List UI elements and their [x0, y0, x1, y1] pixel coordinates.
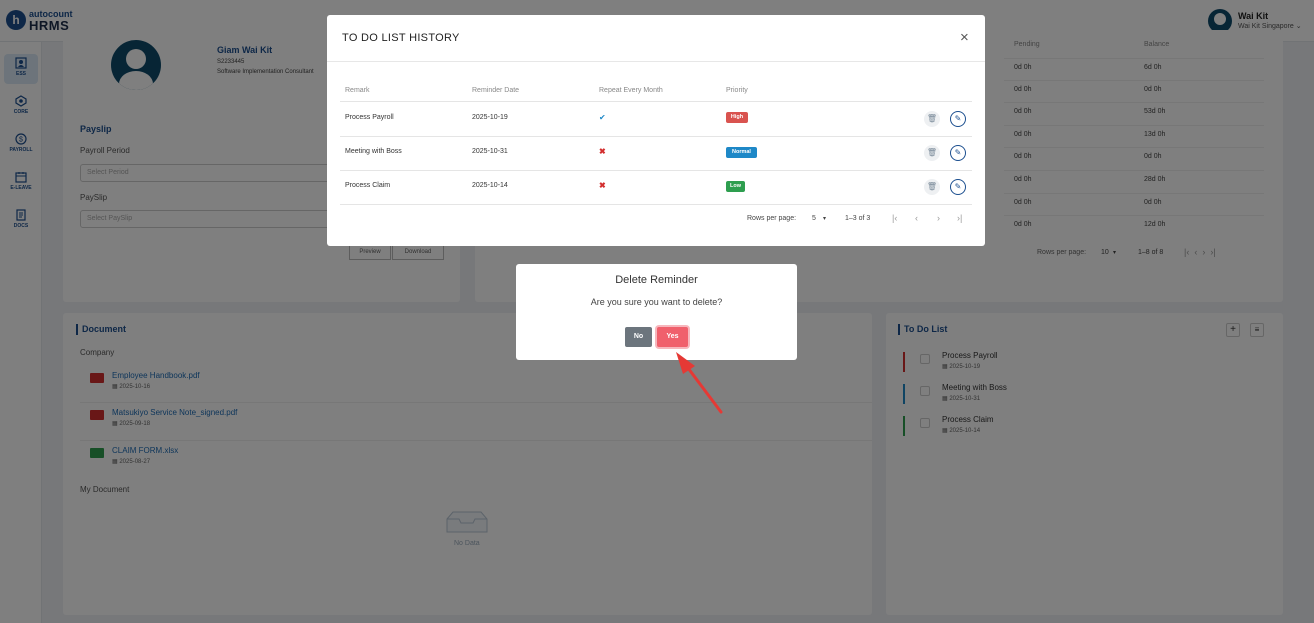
- cross-icon: ✖: [599, 181, 606, 190]
- priority-header: Priority: [726, 87, 748, 94]
- trash-icon: 🗑: [926, 182, 938, 191]
- pencil-icon: ✎: [954, 114, 962, 123]
- priority-badge: Normal: [726, 147, 757, 158]
- remark-header: Remark: [345, 87, 370, 94]
- delete-button[interactable]: 🗑: [924, 179, 940, 195]
- modal-title: TO DO LIST HISTORY: [342, 32, 460, 44]
- row-remark: Process Claim: [345, 182, 391, 189]
- chevron-down-icon: ▾: [823, 216, 827, 222]
- priority-badge: Low: [726, 181, 745, 192]
- last-page-icon[interactable]: ›|: [957, 213, 962, 223]
- row-remark: Meeting with Boss: [345, 148, 402, 155]
- dialog-title: Delete Reminder: [615, 274, 698, 286]
- delete-button[interactable]: 🗑: [924, 145, 940, 161]
- delete-button[interactable]: 🗑: [924, 111, 940, 127]
- pencil-icon: ✎: [954, 182, 962, 191]
- row-date: 2025-10-19: [472, 114, 508, 121]
- reminder-date-header: Reminder Date: [472, 87, 520, 94]
- trash-icon: 🗑: [926, 148, 938, 157]
- pagination-range: 1–3 of 3: [845, 215, 871, 222]
- row-date: 2025-10-14: [472, 182, 508, 189]
- no-button[interactable]: No: [625, 327, 652, 347]
- first-page-icon[interactable]: |‹: [892, 213, 897, 223]
- divider: [340, 204, 972, 205]
- close-icon[interactable]: ×: [960, 30, 969, 45]
- rows-per-page-label: Rows per page:: [747, 215, 797, 222]
- trash-icon: 🗑: [926, 114, 938, 123]
- divider: [340, 136, 972, 137]
- check-icon: ✔: [599, 113, 606, 122]
- row-date: 2025-10-31: [472, 148, 508, 155]
- prev-page-icon[interactable]: ‹: [915, 213, 918, 223]
- edit-button[interactable]: ✎: [950, 179, 966, 195]
- todo-history-modal: TO DO LIST HISTORY × Remark Reminder Dat…: [327, 15, 985, 246]
- next-page-icon[interactable]: ›: [937, 213, 940, 223]
- edit-button[interactable]: ✎: [950, 111, 966, 127]
- repeat-header: Repeat Every Month: [599, 87, 663, 94]
- delete-confirm-dialog: Delete Reminder Are you sure you want to…: [516, 264, 797, 360]
- divider: [340, 101, 972, 102]
- yes-button[interactable]: Yes: [657, 327, 688, 347]
- row-remark: Process Payroll: [345, 114, 394, 121]
- priority-badge: High: [726, 112, 748, 123]
- divider: [327, 61, 985, 62]
- divider: [340, 170, 972, 171]
- dialog-message: Are you sure you want to delete?: [590, 297, 723, 307]
- cross-icon: ✖: [599, 147, 606, 156]
- edit-button[interactable]: ✎: [950, 145, 966, 161]
- rows-per-page-select[interactable]: 5: [812, 215, 816, 222]
- pencil-icon: ✎: [954, 148, 962, 157]
